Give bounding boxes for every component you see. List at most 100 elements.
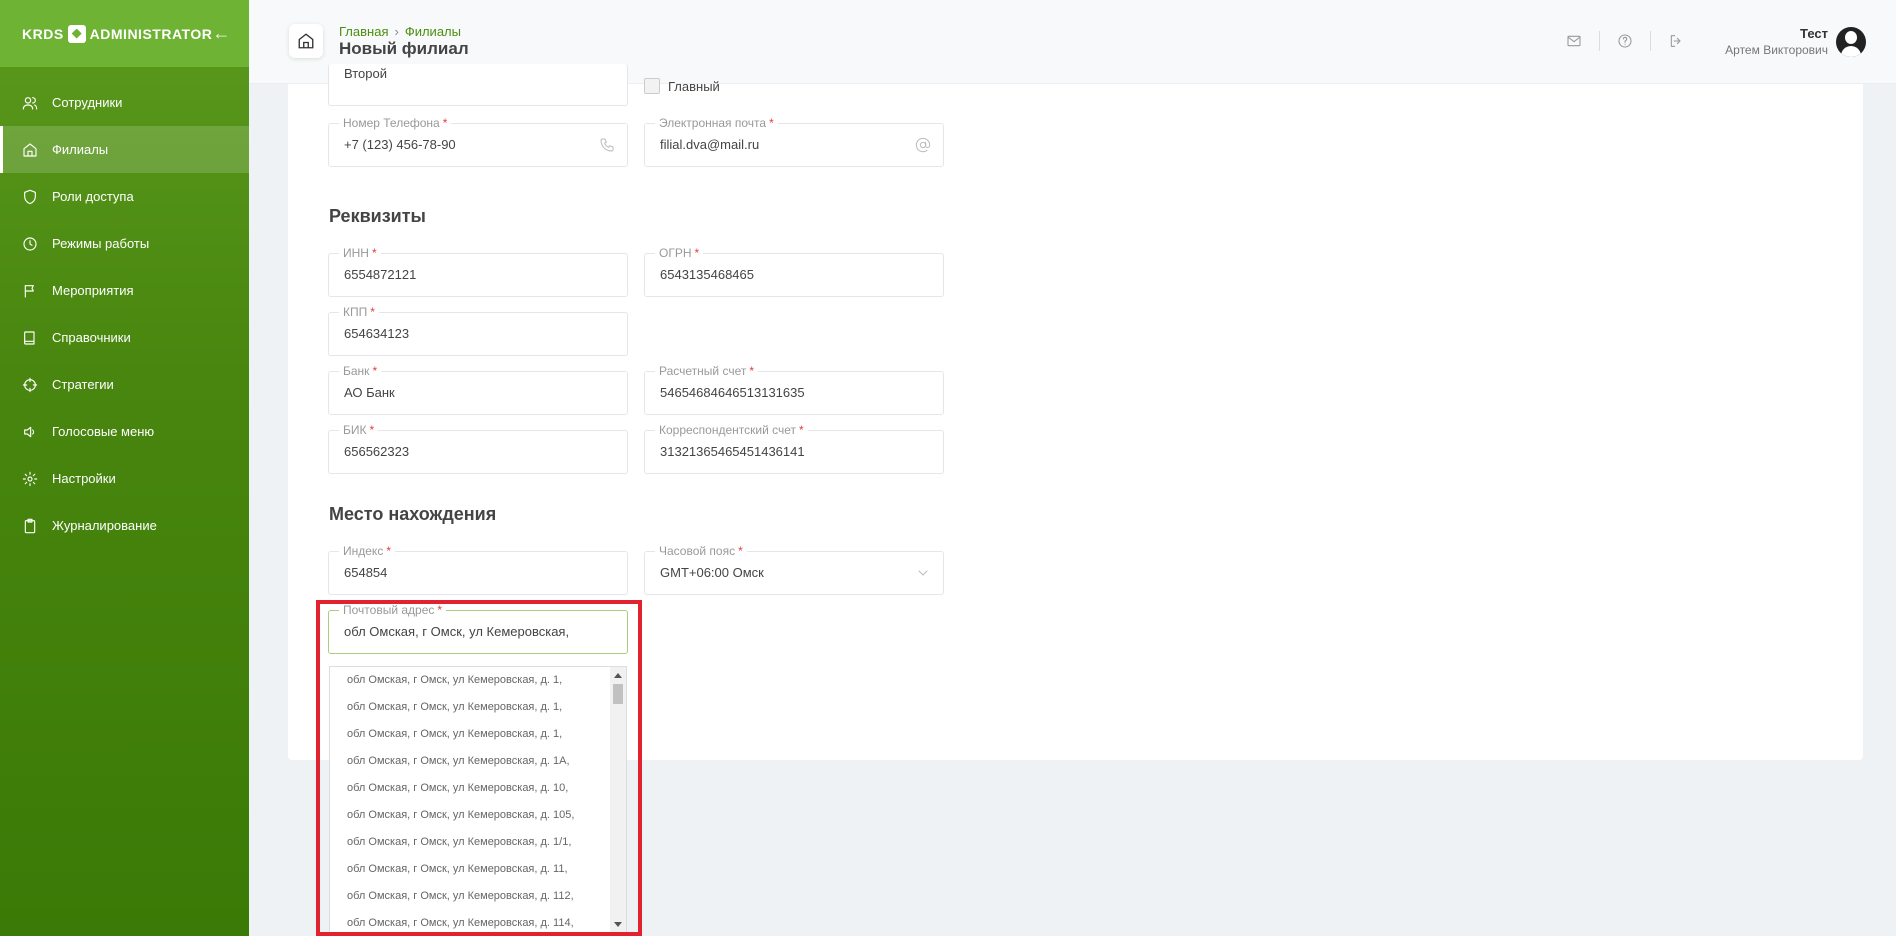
address-suggestions-list: обл Омская, г Омск, ул Кемеровская, д. 1…	[330, 667, 626, 933]
index-field[interactable]: Индекс * 654854	[328, 544, 628, 595]
requisites-section-title: Реквизиты	[329, 206, 426, 226]
sidebar-item-branches[interactable]: Филиалы	[0, 126, 249, 173]
address-suggestion-item[interactable]: обл Омская, г Омск, ул Кемеровская, д. 1…	[330, 856, 626, 883]
address-suggestion-item[interactable]: обл Омская, г Омск, ул Кемеровская, д. 1…	[330, 694, 626, 721]
address-suggestion-item[interactable]: обл Омская, г Омск, ул Кемеровская, д. 1…	[330, 721, 626, 748]
main-branch-checkbox[interactable]	[644, 78, 660, 94]
account-field[interactable]: Расчетный счет * 54654684646513131635	[644, 364, 944, 415]
corr-account-label: Корреспондентский счет *	[655, 423, 808, 437]
sidebar-item-access-roles[interactable]: Роли доступа	[0, 173, 249, 220]
phone-field[interactable]: Номер Телефона * +7 (123) 456-78-90	[328, 116, 628, 167]
home-button[interactable]	[289, 24, 323, 58]
help-icon[interactable]	[1614, 30, 1636, 52]
mail-icon[interactable]	[1563, 30, 1585, 52]
address-suggestion-item[interactable]: обл Омская, г Омск, ул Кемеровская, д. 1…	[330, 910, 626, 933]
sidebar-item-label: Журналирование	[52, 518, 157, 533]
sidebar-item-employees[interactable]: Сотрудники	[0, 79, 249, 126]
avatar[interactable]	[1836, 26, 1866, 57]
name-field-value: Второй	[344, 66, 387, 81]
gear-icon	[22, 471, 38, 487]
chevron-down-icon[interactable]	[915, 565, 931, 581]
address-suggestion-item[interactable]: обл Омская, г Омск, ул Кемеровская, д. 1…	[330, 802, 626, 829]
logo-text-right: ADMINISTRATOR	[89, 25, 213, 42]
page-title: Новый филиал	[339, 39, 469, 58]
bank-value: АО Банк	[344, 385, 395, 400]
phone-icon	[599, 137, 615, 153]
sidebar-item-settings[interactable]: Настройки	[0, 455, 249, 502]
book-icon	[22, 330, 38, 346]
ogrn-label: ОГРН *	[655, 246, 704, 260]
corr-account-field[interactable]: Корреспондентский счет * 3132136546545143…	[644, 423, 944, 474]
user-fullname: Артем Викторович	[1725, 43, 1828, 57]
sidebar-header: KRDS ADMINISTRATOR ←	[0, 0, 249, 67]
sidebar-item-logging[interactable]: Журналирование	[0, 502, 249, 549]
bik-label: БИК *	[339, 423, 379, 437]
account-value: 54654684646513131635	[660, 385, 805, 400]
sidebar-item-voice-menus[interactable]: Голосовые меню	[0, 408, 249, 455]
suggestions-scrollbar[interactable]	[610, 667, 626, 933]
email-label: Электронная почта *	[655, 116, 778, 130]
inn-field[interactable]: ИНН * 6554872121	[328, 246, 628, 297]
address-suggestions-dropdown[interactable]: обл Омская, г Омск, ул Кемеровская, д. 1…	[329, 666, 627, 934]
branch-form-card: Второй Главный Номер Телефона * +7 (123) …	[288, 64, 1863, 760]
scroll-thumb[interactable]	[613, 684, 623, 704]
timezone-select[interactable]: Часовой пояс * GMT+06:00 Омск	[644, 544, 944, 595]
kpp-value: 654634123	[344, 326, 410, 341]
bik-field[interactable]: БИК * 656562323	[328, 423, 628, 474]
inn-value: 6554872121	[344, 267, 417, 282]
users-icon	[22, 95, 38, 111]
flag-icon	[22, 283, 38, 299]
collapse-sidebar-icon[interactable]: ←	[212, 23, 230, 44]
address-suggestion-item[interactable]: обл Омская, г Омск, ул Кемеровская, д. 1…	[330, 667, 626, 694]
inn-label: ИНН *	[339, 246, 381, 260]
main-branch-checkbox-wrap[interactable]: Главный	[644, 78, 720, 94]
speaker-icon	[22, 424, 38, 440]
ogrn-value: 6543135468465	[660, 267, 754, 282]
crosshair-icon	[22, 377, 38, 393]
kpp-field[interactable]: КПП * 654634123	[328, 305, 628, 356]
bank-field[interactable]: Банк * АО Банк	[328, 364, 628, 415]
postal-address-label: Почтовый адрес *	[339, 603, 447, 617]
sidebar-item-label: Стратегии	[52, 377, 114, 392]
home-icon	[298, 33, 314, 49]
bank-label: Банк *	[339, 364, 382, 378]
email-field[interactable]: Электронная почта * filial.dva@mail.ru	[644, 116, 944, 167]
top-actions	[1549, 30, 1701, 52]
breadcrumb-home-link[interactable]: Главная	[339, 24, 388, 39]
timezone-label: Часовой пояс *	[655, 544, 747, 558]
divider	[1650, 31, 1651, 51]
scroll-up-icon[interactable]	[614, 673, 622, 678]
sidebar-item-events[interactable]: Мероприятия	[0, 267, 249, 314]
scroll-down-icon[interactable]	[614, 922, 622, 927]
phone-value: +7 (123) 456-78-90	[344, 137, 456, 152]
sidebar-item-strategies[interactable]: Стратегии	[0, 361, 249, 408]
corr-account-value: 31321365465451436141	[660, 444, 805, 459]
sidebar-item-directories[interactable]: Справочники	[0, 314, 249, 361]
address-suggestion-item[interactable]: обл Омская, г Омск, ул Кемеровская, д. 1…	[330, 829, 626, 856]
timezone-value: GMT+06:00 Омск	[660, 565, 764, 580]
divider	[1599, 31, 1600, 51]
sidebar: KRDS ADMINISTRATOR ← Сотрудники Филиалы …	[0, 0, 249, 936]
main-branch-checkbox-label: Главный	[668, 78, 720, 94]
sidebar-item-label: Мероприятия	[52, 283, 134, 298]
sidebar-item-label: Сотрудники	[52, 95, 123, 110]
name-field[interactable]: Второй	[328, 64, 628, 106]
breadcrumb-branches-link[interactable]: Филиалы	[405, 24, 461, 39]
sidebar-item-label: Справочники	[52, 330, 131, 345]
ogrn-field[interactable]: ОГРН * 6543135468465	[644, 246, 944, 297]
shield-icon	[22, 189, 38, 205]
clock-icon	[22, 236, 38, 252]
phone-label: Номер Телефона *	[339, 116, 452, 130]
user-names: Тест Артем Викторович	[1725, 26, 1828, 57]
sidebar-item-label: Голосовые меню	[52, 424, 155, 439]
postal-address-input[interactable]: Почтовый адрес * обл Омская, г Омск, ул К…	[328, 603, 628, 654]
index-value: 654854	[344, 565, 388, 580]
sidebar-item-work-modes[interactable]: Режимы работы	[0, 220, 249, 267]
sidebar-item-label: Режимы работы	[52, 236, 150, 251]
address-suggestion-item[interactable]: обл Омская, г Омск, ул Кемеровская, д. 1…	[330, 775, 626, 802]
address-suggestion-item[interactable]: обл Омская, г Омск, ул Кемеровская, д. 1…	[330, 748, 626, 775]
address-suggestion-item[interactable]: обл Омская, г Омск, ул Кемеровская, д. 1…	[330, 883, 626, 910]
logout-icon[interactable]	[1665, 30, 1687, 52]
sidebar-item-label: Настройки	[52, 471, 116, 486]
user-menu[interactable]: Тест Артем Викторович	[1725, 26, 1866, 57]
